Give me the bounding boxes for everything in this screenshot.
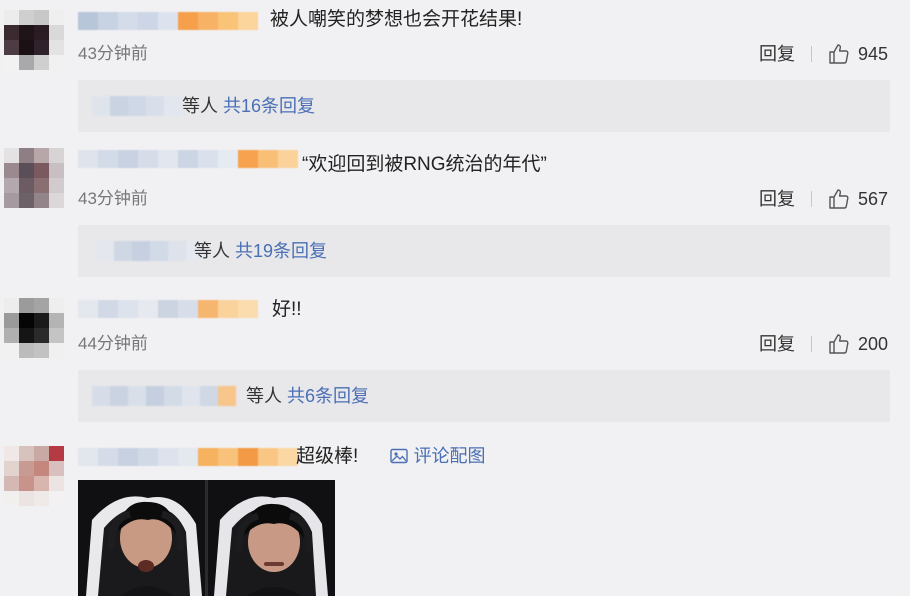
comment-body: 超级棒! bbox=[296, 446, 359, 467]
reply-count-link[interactable]: 共16条回复 bbox=[223, 96, 315, 116]
reply-preview[interactable]: 等人 共6条回复 bbox=[78, 370, 890, 422]
esports-players-photo bbox=[78, 480, 335, 596]
username-blurred[interactable] bbox=[78, 300, 258, 318]
divider bbox=[811, 191, 812, 207]
thumbs-up-icon[interactable] bbox=[828, 333, 850, 355]
user-avatar[interactable] bbox=[4, 298, 64, 358]
comment-text: 被人嘲笑的梦想也会开花结果! bbox=[270, 9, 523, 30]
user-avatar[interactable] bbox=[4, 446, 64, 506]
thumbs-up-icon[interactable] bbox=[828, 188, 850, 210]
replier-names-blurred bbox=[96, 241, 204, 261]
reply-button[interactable]: 回复 bbox=[759, 188, 795, 210]
comment-image-label: 评论配图 bbox=[413, 446, 486, 466]
reply-summary: 等人 共19条回复 bbox=[194, 239, 327, 263]
username-blurred[interactable] bbox=[78, 12, 258, 30]
comment-time: 44分钟前 bbox=[78, 334, 148, 353]
comment-time: 43分钟前 bbox=[78, 44, 148, 63]
reply-summary: 等人 共16条回复 bbox=[182, 94, 315, 118]
image-icon bbox=[389, 448, 408, 464]
divider bbox=[811, 46, 812, 62]
user-avatar[interactable] bbox=[4, 148, 64, 208]
reply-button[interactable]: 回复 bbox=[759, 43, 795, 65]
like-count: 567 bbox=[858, 189, 889, 209]
reply-summary: 等人 共6条回复 bbox=[246, 384, 369, 408]
like-count: 945 bbox=[858, 44, 889, 64]
username-blurred[interactable] bbox=[78, 448, 298, 466]
reply-prefix: 等人 bbox=[246, 386, 282, 406]
reply-preview[interactable]: 等人 共16条回复 bbox=[78, 80, 890, 132]
reply-count-link[interactable]: 共6条回复 bbox=[287, 386, 369, 406]
reply-count-link[interactable]: 共19条回复 bbox=[235, 241, 327, 261]
replier-names-blurred bbox=[92, 96, 182, 116]
reply-prefix: 等人 bbox=[194, 241, 230, 261]
thumbs-up-icon[interactable] bbox=[828, 43, 850, 65]
like-count: 200 bbox=[858, 334, 889, 354]
reply-button[interactable]: 回复 bbox=[759, 333, 795, 355]
replier-names-blurred bbox=[92, 386, 236, 406]
reply-preview[interactable]: 等人 共19条回复 bbox=[78, 225, 890, 277]
reply-prefix: 等人 bbox=[182, 96, 218, 116]
comment-text: “欢迎回到被RNG统治的年代” bbox=[302, 154, 547, 175]
comment-time: 43分钟前 bbox=[78, 189, 148, 208]
username-blurred[interactable] bbox=[78, 150, 298, 168]
comment-image[interactable] bbox=[78, 480, 335, 596]
user-avatar[interactable] bbox=[4, 10, 64, 70]
divider bbox=[811, 336, 812, 352]
comment-text: 超级棒! 评论配图 bbox=[296, 444, 486, 469]
comment-text: 好!! bbox=[272, 299, 302, 320]
comment-image-link[interactable]: 评论配图 bbox=[389, 446, 486, 466]
